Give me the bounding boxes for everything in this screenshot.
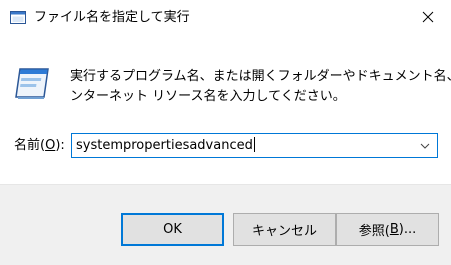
run-dialog-icon	[10, 10, 26, 24]
open-label-accelerator: O	[45, 138, 56, 153]
open-label-suffix: ):	[55, 138, 65, 153]
button-bar: OK キャンセル 参照(B)...	[0, 184, 451, 265]
cancel-button-label: キャンセル	[251, 224, 317, 239]
browse-label-suffix: )...	[398, 222, 417, 237]
browse-button[interactable]: 参照(B)...	[336, 213, 439, 246]
browse-label-prefix: 参照(	[358, 224, 390, 239]
chevron-down-icon[interactable]	[417, 138, 433, 154]
instruction-text: 実行するプログラム名、または開くフォルダーやドキュメント名、イ ンターネット リ…	[70, 67, 451, 107]
instruction-line-2: ンターネット リソース名を入力してください。	[70, 89, 346, 104]
browse-label-accelerator: B	[389, 222, 399, 237]
open-input[interactable]: systempropertiesadvanced	[76, 137, 255, 155]
open-combobox[interactable]: systempropertiesadvanced	[71, 133, 438, 158]
open-label-prefix: 名前(	[14, 138, 46, 153]
ok-button-label: OK	[163, 222, 182, 237]
open-input-text: systempropertiesadvanced	[76, 138, 253, 153]
text-caret	[253, 137, 255, 152]
run-dialog: ファイル名を指定して実行 実行するプログラム名、または開くフォルダーやドキュメン…	[0, 0, 451, 265]
close-icon	[422, 8, 434, 27]
open-field-label: 名前(O):	[14, 137, 65, 155]
cancel-button[interactable]: キャンセル	[233, 213, 336, 246]
window-title: ファイル名を指定して実行	[34, 10, 190, 25]
close-button[interactable]	[405, 0, 451, 34]
ok-button[interactable]: OK	[121, 213, 224, 246]
instruction-line-1: 実行するプログラム名、または開くフォルダーやドキュメント名、イ	[70, 69, 451, 84]
title-bar: ファイル名を指定して実行	[0, 0, 451, 36]
run-program-icon	[14, 66, 50, 102]
